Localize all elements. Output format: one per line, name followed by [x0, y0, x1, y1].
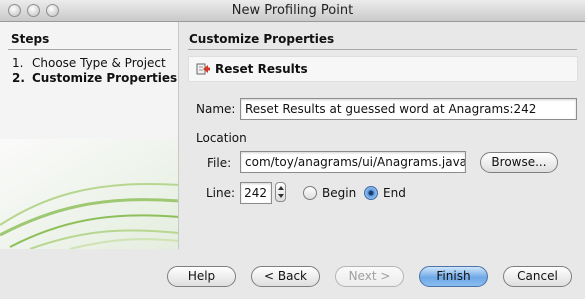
finish-button[interactable]: Finish — [419, 266, 488, 287]
location-label: Location — [196, 131, 247, 145]
step-label: Choose Type & Project — [32, 56, 166, 70]
reset-results-icon — [196, 63, 210, 75]
end-radio[interactable] — [364, 186, 378, 200]
customize-properties-panel: Customize Properties Reset Results Name:… — [180, 22, 585, 249]
steps-divider — [8, 49, 171, 50]
help-button[interactable]: Help — [167, 266, 236, 287]
back-button[interactable]: < Back — [251, 266, 320, 287]
browse-button[interactable]: Browse... — [480, 152, 558, 173]
begin-radio-label: Begin — [322, 186, 357, 200]
line-number-stepper[interactable] — [275, 182, 286, 202]
panel-heading: Customize Properties — [189, 32, 335, 46]
next-button[interactable]: Next > — [335, 266, 404, 287]
steps-heading: Steps — [11, 32, 50, 46]
steps-panel: Steps 1. Choose Type & Project 2. Customiz… — [0, 22, 179, 249]
title-bar: New Profiling Point — [0, 0, 585, 22]
begin-radio[interactable] — [303, 186, 317, 200]
dialog-button-bar: Help < Back Next > Finish Cancel — [0, 249, 585, 299]
profiling-point-type-bar: Reset Results — [188, 56, 578, 82]
profiling-point-type-label: Reset Results — [215, 62, 308, 76]
panel-divider — [188, 49, 577, 50]
step-label: Customize Properties — [32, 71, 178, 85]
end-radio-label: End — [383, 186, 406, 200]
step-number: 2. — [12, 71, 25, 85]
cancel-button[interactable]: Cancel — [503, 266, 572, 287]
name-label: Name: — [196, 102, 236, 116]
step-number: 1. — [12, 56, 24, 70]
file-label: File: — [207, 156, 232, 170]
step-item-customize-properties: 2. Customize Properties — [12, 71, 177, 85]
step-item-choose-type: 1. Choose Type & Project — [12, 56, 166, 70]
window-title: New Profiling Point — [231, 3, 354, 18]
file-field[interactable]: com/toy/anagrams/ui/Anagrams.java — [240, 151, 466, 173]
stepper-up-arrow-icon — [278, 186, 284, 190]
decorative-swoosh-graphic — [0, 139, 178, 249]
stepper-down-arrow-icon — [278, 194, 284, 198]
line-label: Line: — [206, 186, 236, 200]
line-number-field[interactable]: 242 — [240, 182, 272, 204]
name-field[interactable]: Reset Results at guessed word at Anagram… — [240, 98, 577, 120]
